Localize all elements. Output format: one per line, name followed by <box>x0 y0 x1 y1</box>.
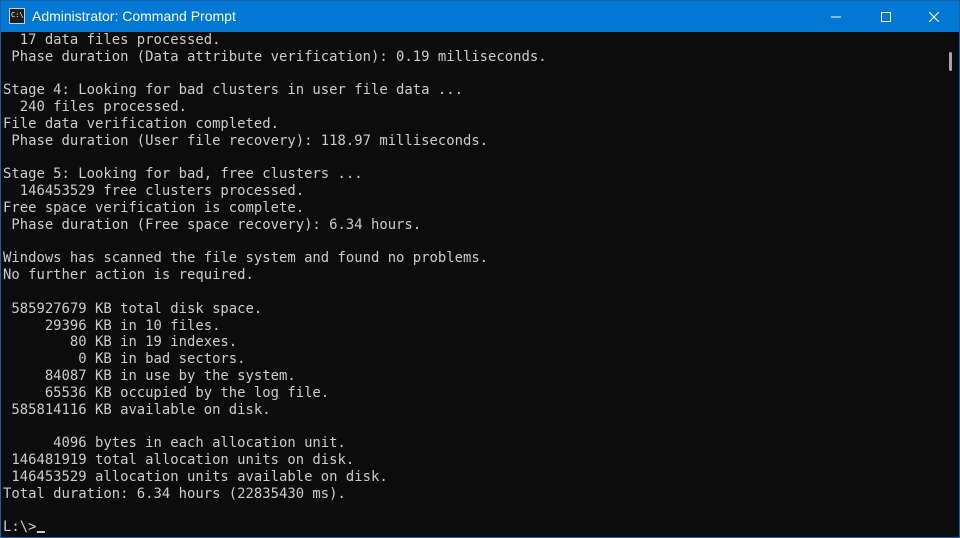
console-line: 146481919 total allocation units on disk… <box>3 451 355 468</box>
minimize-button[interactable] <box>813 1 859 32</box>
console-line: 585814116 KB available on disk. <box>3 401 271 418</box>
console-line: Stage 5: Looking for bad, free clusters … <box>3 166 363 183</box>
maximize-icon <box>881 11 891 22</box>
close-icon <box>929 11 939 22</box>
console-line: No further action is required. <box>3 267 254 284</box>
console-line <box>1 418 941 435</box>
text-cursor <box>37 531 46 534</box>
console-line: 240 files processed. <box>3 99 187 116</box>
console-line: 4096 bytes in each allocation unit. <box>3 435 346 452</box>
console-line: 65536 KB occupied by the log file. <box>3 384 330 401</box>
console-line: 585927679 KB total disk space. <box>3 300 263 317</box>
console-line: Windows has scanned the file system and … <box>3 250 489 267</box>
console-line <box>1 150 941 167</box>
cmd-icon: C:\ <box>9 8 25 24</box>
console-line: 80 KB in 19 indexes. <box>3 334 238 351</box>
console-line: 84087 KB in use by the system. <box>3 367 296 384</box>
vertical-scrollbar[interactable] <box>941 32 959 537</box>
maximize-button[interactable] <box>863 1 909 32</box>
prompt-line[interactable]: L:\> <box>1 519 941 536</box>
title-bar[interactable]: C:\ Administrator: Command Prompt <box>1 1 959 32</box>
command-prompt-window: C:\ Administrator: Command Prompt 17 dat… <box>0 0 960 538</box>
console-line <box>1 502 941 519</box>
scrollbar-thumb[interactable] <box>949 52 952 71</box>
prompt-text: L:\> <box>3 519 37 536</box>
console-line: 29396 KB in 10 files. <box>3 317 221 334</box>
console-line <box>1 234 941 251</box>
console-line <box>1 66 941 83</box>
console-line: 146453529 free clusters processed. <box>3 183 305 200</box>
console-line: Phase duration (Data attribute verificat… <box>3 48 547 65</box>
console-line: Stage 4: Looking for bad clusters in use… <box>3 82 463 99</box>
window-title: Administrator: Command Prompt <box>32 8 236 24</box>
console-line <box>1 284 941 301</box>
minimize-icon <box>831 16 841 17</box>
console-output[interactable]: 17 data files processed. Phase duration … <box>1 32 941 537</box>
console-line: 146453529 allocation units available on … <box>3 468 388 485</box>
console-line: Phase duration (Free space recovery): 6.… <box>3 216 422 233</box>
console-line: 0 KB in bad sectors. <box>3 351 246 368</box>
console-line: File data verification completed. <box>3 115 279 132</box>
console-line: Phase duration (User file recovery): 118… <box>3 132 489 149</box>
console-line: 17 data files processed. <box>3 32 221 48</box>
console-line: Free space verification is complete. <box>3 199 305 216</box>
console-line: Total duration: 6.34 hours (22835430 ms)… <box>3 485 346 502</box>
close-button[interactable] <box>911 1 957 32</box>
